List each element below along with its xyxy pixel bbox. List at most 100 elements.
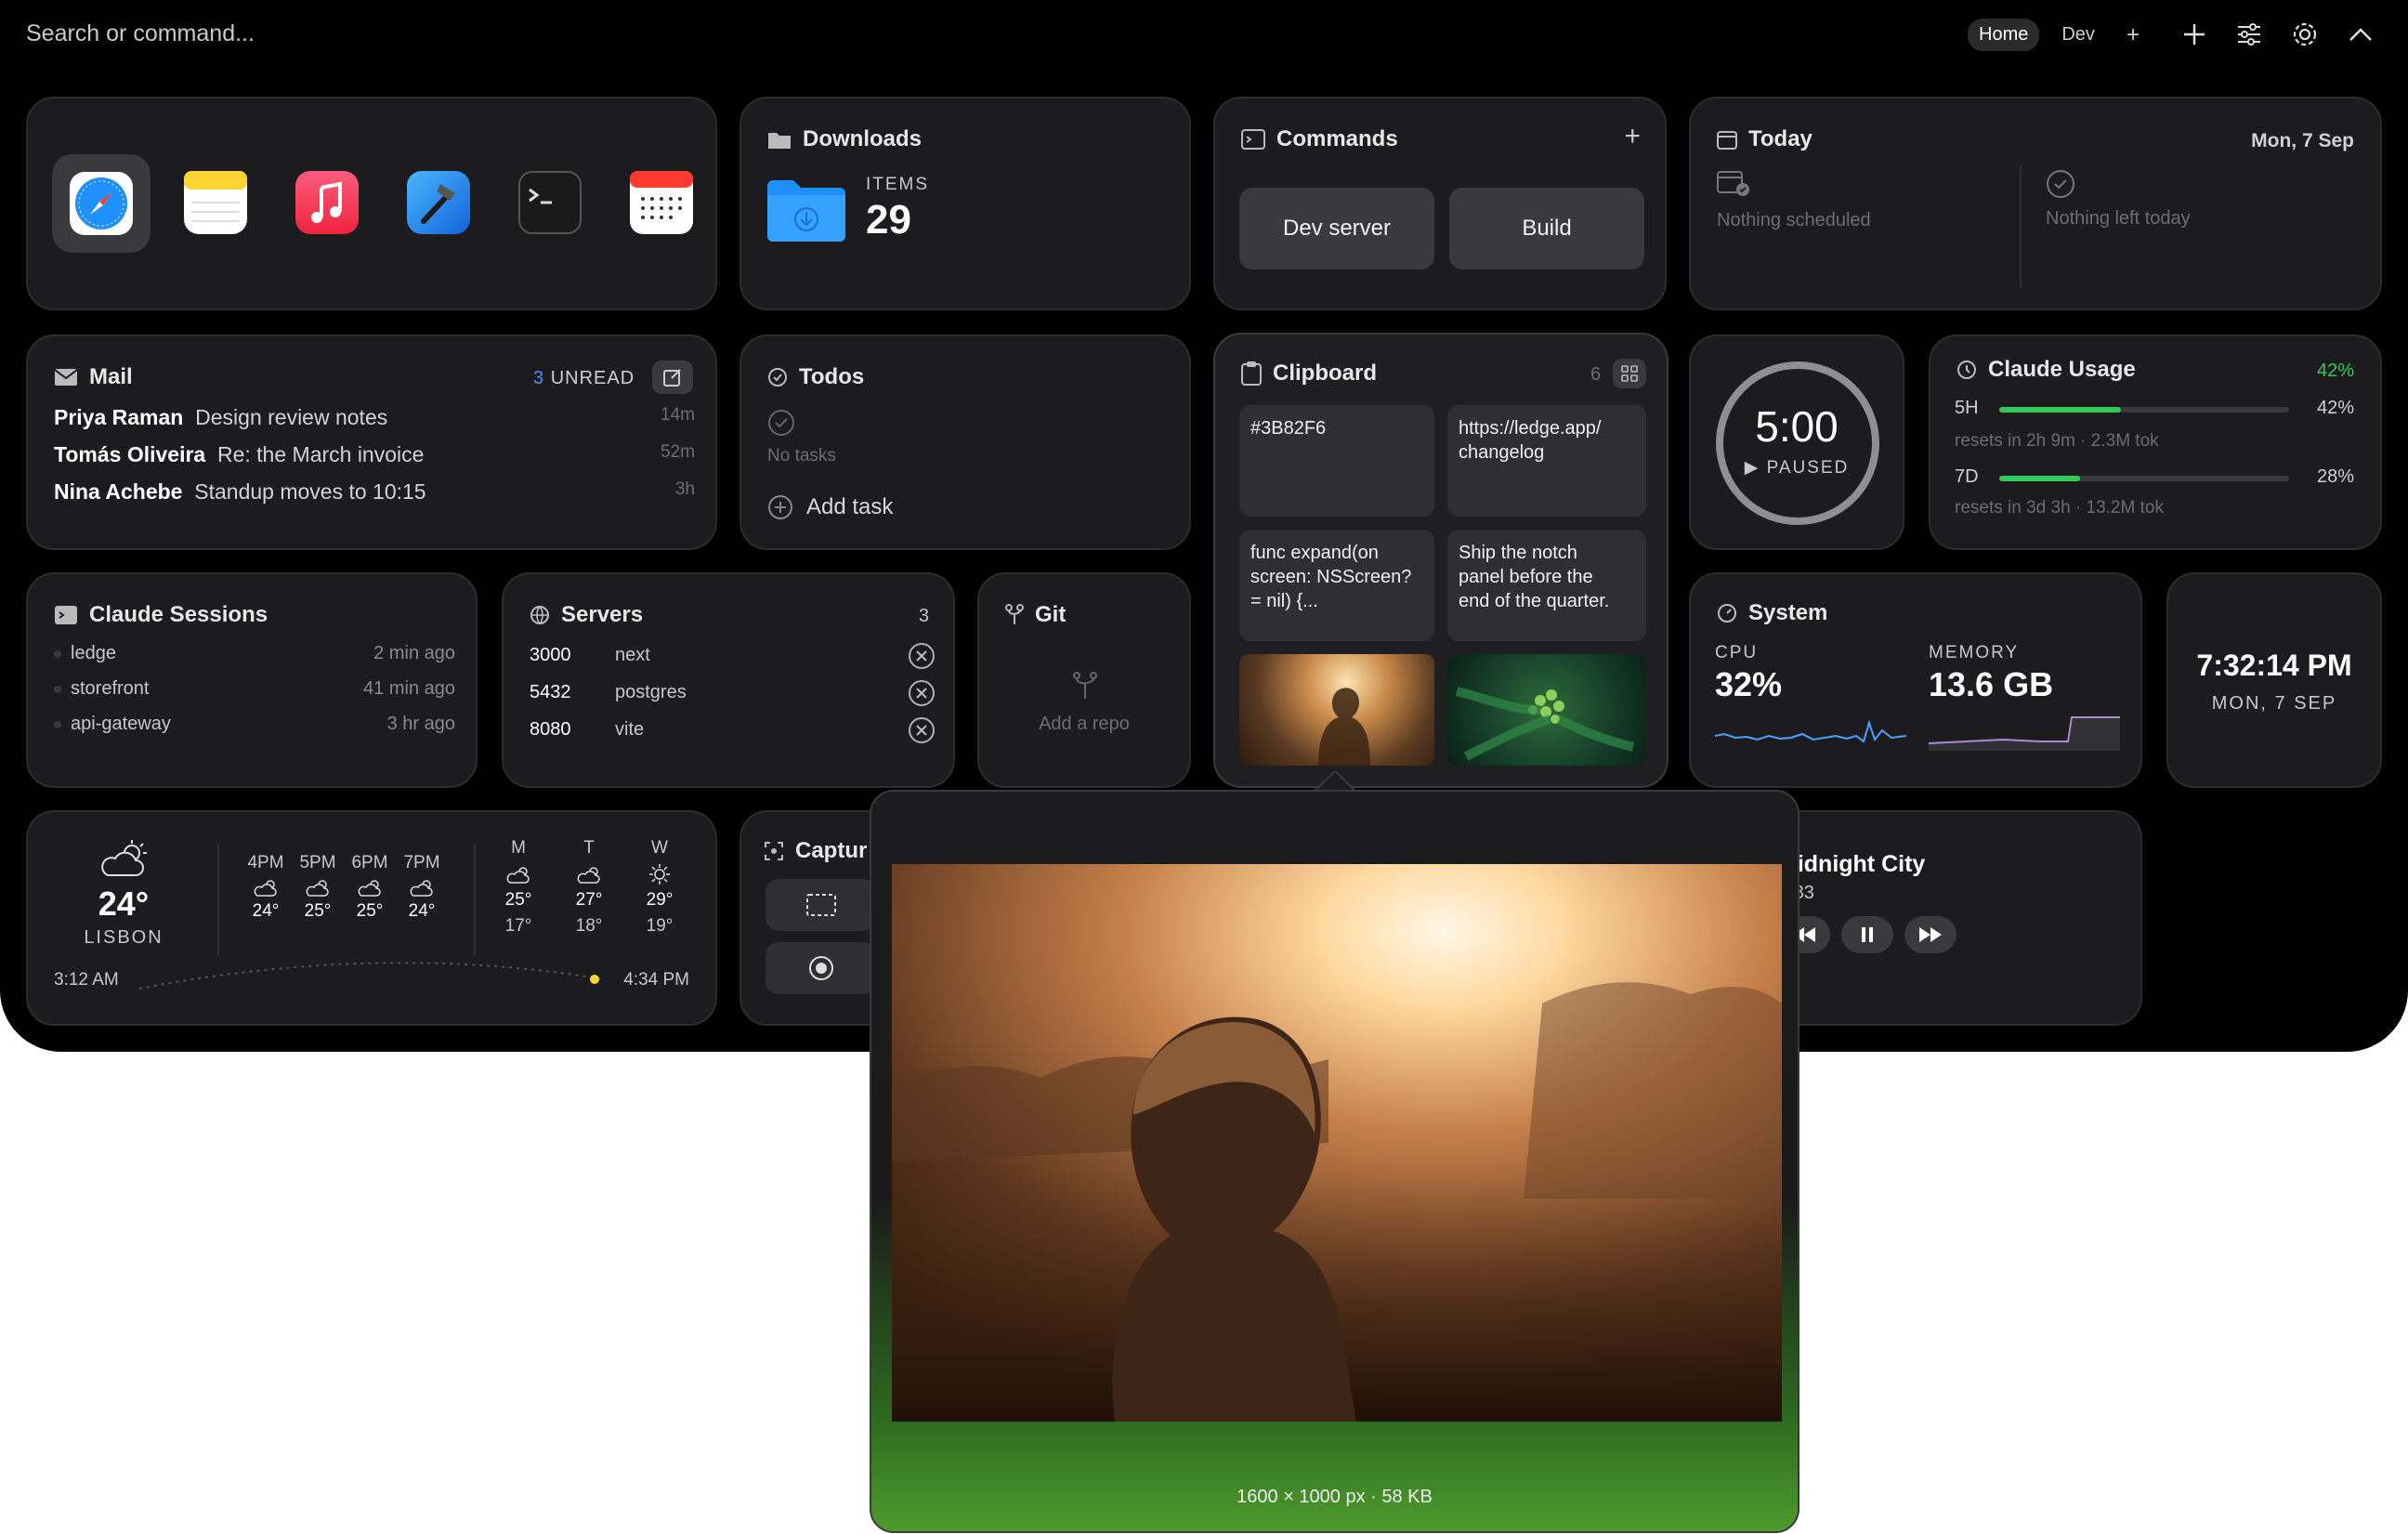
calendar-icon: [1717, 129, 1737, 150]
mail-unread-count: 3: [533, 368, 545, 388]
dev-server-button[interactable]: Dev server: [1239, 188, 1434, 269]
git-widget[interactable]: Git Add a repo: [977, 572, 1191, 788]
hourly-forecast-item: 5PM 25°: [292, 853, 344, 922]
day-label: M: [511, 838, 526, 858]
plus-icon[interactable]: [2179, 19, 2210, 50]
clock-time: 7:32:14 PM: [2196, 649, 2352, 682]
stop-server-icon[interactable]: [909, 680, 935, 706]
mail-unread-badge: 3 UNREAD: [533, 368, 635, 389]
search-input[interactable]: Search or command...: [26, 20, 255, 47]
gauge-icon: [1717, 603, 1737, 623]
terminal-icon: [1241, 129, 1265, 150]
weather-divider: [474, 844, 476, 955]
memory-sparkline: [1929, 716, 2120, 751]
mail-subject: Re: the March invoice: [216, 442, 425, 466]
mail-row[interactable]: Nina Achebe Standup moves to 10:15 3h: [54, 479, 695, 505]
server-name: next: [615, 645, 650, 665]
clipboard-item[interactable]: Ship the notch panel before the end of t…: [1447, 530, 1646, 641]
usage-bar-7d-fill: [1999, 476, 2081, 481]
timer-time: 5:00: [1755, 402, 1839, 451]
preview-image[interactable]: [892, 864, 1782, 1422]
partly-cloudy-icon: [292, 873, 344, 901]
xcode-app-icon[interactable]: [396, 160, 481, 245]
stop-server-icon[interactable]: [909, 643, 935, 669]
hour-label: 5PM: [299, 853, 336, 872]
add-tab-button[interactable]: +: [2117, 22, 2149, 48]
terminal-app-icon[interactable]: [507, 160, 593, 245]
build-button[interactable]: Build: [1449, 188, 1644, 269]
session-row[interactable]: ledge 2 min ago: [54, 643, 455, 664]
status-dot: [54, 649, 61, 658]
mail-row[interactable]: Priya Raman Design review notes 14m: [54, 405, 695, 430]
daily-forecast-item: M 25° 17°: [491, 838, 546, 937]
usage-headline: 42%: [2316, 361, 2354, 381]
tab-dev[interactable]: Dev: [2050, 19, 2106, 51]
hourly-forecast-item: 4PM 24°: [240, 853, 292, 922]
usage-percent-7d: 28%: [2316, 466, 2354, 487]
calendar-app-icon[interactable]: [619, 160, 704, 245]
sessions-title-label: Claude Sessions: [89, 602, 268, 627]
day-low: 19°: [646, 916, 674, 936]
partly-cloudy-icon: [240, 873, 292, 901]
pause-button[interactable]: [1841, 916, 1893, 953]
nothing-left-text: Nothing left today: [2046, 208, 2191, 229]
grid-icon[interactable]: [1613, 359, 1646, 388]
safari-app-icon[interactable]: [52, 154, 150, 253]
downloads-widget[interactable]: Downloads ITEMS 29: [739, 97, 1191, 310]
mail-subject: Standup moves to 10:15: [194, 479, 426, 504]
plus-circle-icon: [768, 495, 792, 519]
current-temp: 24°: [98, 885, 150, 923]
daily-forecast-item: W 29° 19°: [632, 838, 687, 937]
cpu-value: 32%: [1715, 665, 1783, 703]
session-row[interactable]: storefront 41 min ago: [54, 678, 455, 700]
git-title-label: Git: [1035, 602, 1067, 627]
gear-icon[interactable]: [2289, 19, 2321, 50]
memory-label: MEMORY: [1929, 643, 2020, 662]
server-port: 8080: [530, 719, 571, 740]
mail-row[interactable]: Tomás Oliveira Re: the March invoice 52m: [54, 442, 695, 467]
servers-title-label: Servers: [561, 602, 644, 627]
compose-icon[interactable]: [652, 361, 693, 394]
clipboard-item[interactable]: func expand(on screen: NSScreen? = nil) …: [1239, 530, 1434, 641]
today-divider: [2020, 165, 2022, 288]
usage-label-5h: 5H: [1955, 398, 1979, 418]
server-row: 3000 next: [530, 643, 935, 669]
clipboard-title-label: Clipboard: [1273, 361, 1377, 386]
hourly-forecast-item: 7PM 24°: [396, 853, 448, 922]
mail-sender: Priya Raman: [54, 405, 184, 429]
check-circle-icon: [767, 367, 788, 387]
clock-date: MON, 7 SEP: [2211, 693, 2337, 714]
partly-cloudy-icon: [561, 859, 617, 890]
capture-area-button[interactable]: [766, 879, 877, 931]
clipboard-image-thumb[interactable]: [1447, 654, 1646, 766]
clipboard-item[interactable]: https://ledge.app/ changelog: [1447, 405, 1646, 517]
next-button[interactable]: [1904, 916, 1956, 953]
timer-widget[interactable]: 5:00 ▶ PAUSED: [1689, 334, 1904, 550]
chevron-up-icon[interactable]: [2345, 19, 2376, 50]
stop-server-icon[interactable]: [909, 717, 935, 743]
session-name: api-gateway: [71, 714, 171, 734]
sliders-icon[interactable]: [2233, 19, 2265, 50]
todos-widget: Todos No tasks Add task: [739, 334, 1191, 550]
clipboard-widget: Clipboard 6 #3B82F6 https://ledge.app/ c…: [1213, 333, 1669, 788]
session-row[interactable]: api-gateway 3 hr ago: [54, 714, 455, 735]
calendar-check-icon: [1717, 169, 1750, 202]
clipboard-item[interactable]: #3B82F6: [1239, 405, 1434, 517]
usage-label-7d: 7D: [1955, 466, 1979, 487]
music-app-icon[interactable]: [284, 160, 370, 245]
record-button[interactable]: [766, 942, 877, 994]
todos-title-label: Todos: [799, 364, 865, 389]
sun-icon: [632, 859, 687, 890]
selection-icon: [806, 894, 836, 916]
partly-cloudy-icon: [491, 859, 546, 890]
add-task-button[interactable]: Add task: [767, 494, 893, 520]
status-dot: [54, 720, 61, 728]
memory-value: 13.6 GB: [1929, 665, 2054, 703]
no-tasks-text: No tasks: [767, 446, 836, 465]
notes-app-icon[interactable]: [173, 160, 258, 245]
clipboard-image-thumb[interactable]: [1239, 654, 1434, 766]
add-command-button[interactable]: +: [1624, 121, 1641, 152]
tab-home[interactable]: Home: [1968, 19, 2040, 51]
day-low: 17°: [504, 916, 532, 936]
downloads-title-label: Downloads: [803, 126, 923, 151]
